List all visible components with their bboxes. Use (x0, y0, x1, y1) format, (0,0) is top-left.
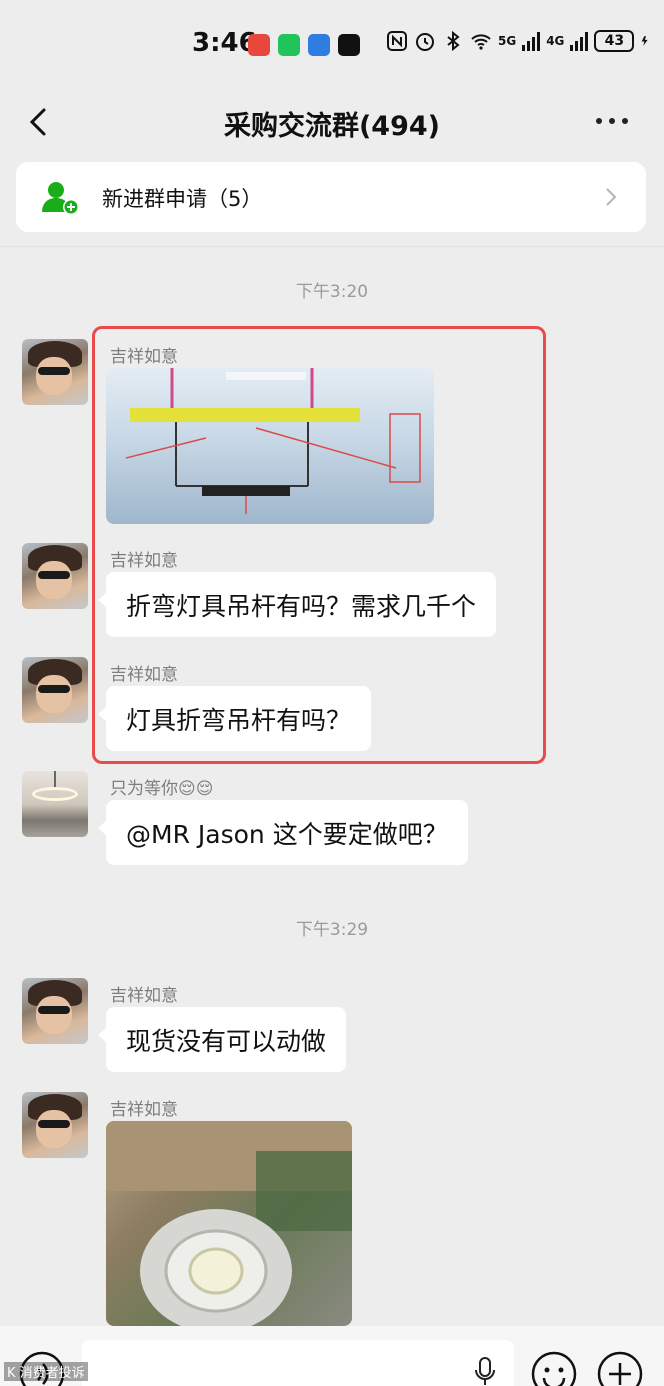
add-member-icon (42, 182, 79, 215)
status-time: 3:46 (192, 28, 257, 58)
join-request-label: 新进群申请（5） (102, 187, 263, 211)
message-input[interactable] (82, 1340, 514, 1386)
network-4g-label: 4G (546, 34, 565, 48)
message-bubble[interactable]: @MR Jason 这个要定做吧？ (98, 800, 468, 865)
app-notification-icon (248, 34, 270, 56)
status-bar: 3:46 5G 4G 43 (0, 0, 664, 90)
message-timestamp: 下午3:29 (295, 920, 369, 940)
watermark: K 消费者投诉 (4, 1362, 88, 1381)
avatar[interactable] (22, 771, 88, 837)
network-5g-label: 5G (498, 34, 517, 48)
emoji-icon[interactable] (530, 1350, 578, 1386)
avatar[interactable] (22, 339, 88, 405)
avatar[interactable] (22, 543, 88, 609)
image-message[interactable] (106, 1121, 352, 1326)
chevron-right-icon (606, 188, 617, 206)
join-request-card[interactable]: 新进群申请（5） (16, 162, 646, 232)
signal-5g-icon (522, 31, 541, 51)
wechat-notification-icon (278, 34, 300, 56)
alarm-icon (416, 33, 434, 51)
microphone-icon[interactable] (474, 1356, 496, 1386)
wifi-icon (471, 34, 491, 50)
sender-name: 吉祥如意 (110, 1100, 178, 1120)
downlight-photo-image (106, 1121, 352, 1326)
plus-icon[interactable] (596, 1350, 644, 1386)
bluetooth-icon (447, 30, 460, 52)
divider (0, 246, 664, 247)
sender-name: 吉祥如意 (110, 986, 178, 1006)
charging-icon (642, 36, 649, 46)
avatar[interactable] (22, 657, 88, 723)
input-bar (0, 1326, 664, 1386)
app-notification-icon (308, 34, 330, 56)
signal-4g-icon (570, 31, 589, 51)
sender-name: 只为等你😌😌 (110, 779, 214, 799)
notification-icons (248, 34, 360, 56)
avatar[interactable] (22, 978, 88, 1044)
highlight-annotation (92, 326, 546, 764)
chat-title: 采购交流群(494) (223, 111, 441, 142)
avatar[interactable] (22, 1092, 88, 1158)
more-options-icon[interactable] (596, 118, 628, 126)
battery-indicator: 43 (594, 30, 635, 52)
message-bubble[interactable]: 现货没有可以动做 (97, 1007, 347, 1072)
nfc-icon (387, 31, 407, 51)
chat-header: 采购交流群(494) (0, 90, 664, 154)
tiktok-notification-icon (338, 34, 360, 56)
system-status: 5G 4G 43 (386, 30, 652, 52)
message-timestamp: 下午3:20 (295, 282, 369, 302)
